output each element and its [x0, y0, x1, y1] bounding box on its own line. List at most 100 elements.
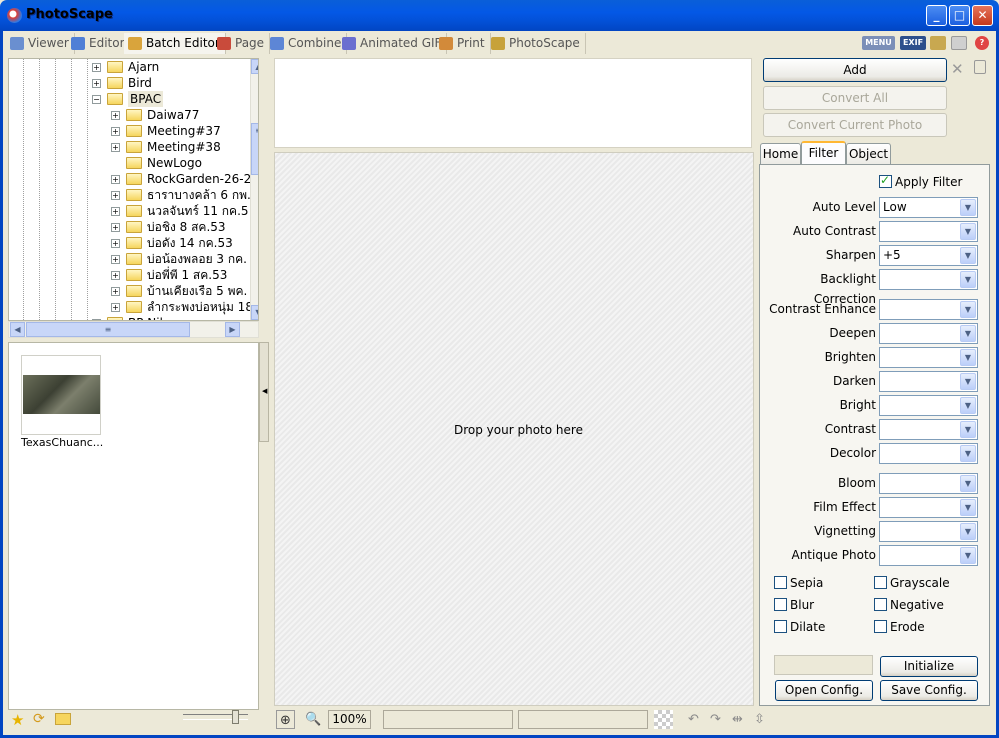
scroll-left-icon[interactable]: ◀: [10, 322, 25, 337]
expand-icon[interactable]: +: [111, 223, 120, 232]
menu-button[interactable]: MENU: [862, 36, 895, 50]
chevron-down-icon[interactable]: ▼: [960, 301, 976, 318]
filter-select-bloom[interactable]: ▼: [879, 473, 978, 494]
tree-item[interactable]: + บ่อพี่พี 1 สค.53: [9, 267, 249, 283]
tab-filter[interactable]: Filter: [801, 141, 846, 165]
tree-item[interactable]: + ธาราบางคล้า 6 กพ.: [9, 187, 251, 203]
erode-checkbox[interactable]: [874, 620, 887, 633]
add-button[interactable]: Add: [763, 58, 947, 82]
expand-icon[interactable]: +: [111, 239, 120, 248]
chevron-down-icon[interactable]: ▼: [960, 397, 976, 414]
chevron-down-icon[interactable]: ▼: [960, 547, 976, 564]
expand-icon[interactable]: +: [111, 303, 120, 312]
negative-checkbox[interactable]: [874, 598, 887, 611]
filter-select-brighten[interactable]: ▼: [879, 347, 978, 368]
transparency-icon[interactable]: [654, 710, 673, 729]
dilate-checkbox[interactable]: [774, 620, 787, 633]
expand-icon[interactable]: +: [111, 271, 120, 280]
tree-vertical-scrollbar[interactable]: ▲ ≡ ▼: [250, 59, 258, 320]
tree-item[interactable]: − BPAC: [9, 91, 249, 107]
tab-print[interactable]: Print: [435, 33, 491, 54]
expand-icon[interactable]: +: [111, 207, 120, 216]
chevron-down-icon[interactable]: ▼: [960, 349, 976, 366]
expand-icon[interactable]: +: [111, 127, 120, 136]
expand-icon[interactable]: +: [111, 143, 120, 152]
photo-thumbnail[interactable]: [21, 355, 101, 435]
sepia-checkbox[interactable]: [774, 576, 787, 589]
tab-batch-editor[interactable]: Batch Editor: [124, 33, 226, 54]
filter-select-auto-contrast[interactable]: ▼: [879, 221, 978, 242]
collapse-icon[interactable]: −: [92, 95, 101, 104]
chevron-down-icon[interactable]: ▼: [960, 421, 976, 438]
scroll-down-icon[interactable]: ▼: [251, 305, 258, 320]
panel-collapse-handle[interactable]: ◀: [259, 342, 269, 442]
favorite-star-icon[interactable]: ★: [11, 711, 24, 729]
hscroll-thumb[interactable]: ≡: [26, 322, 190, 337]
convert-all-button[interactable]: Convert All: [763, 86, 947, 110]
scroll-right-icon[interactable]: ▶: [225, 322, 240, 337]
filter-select-vignetting[interactable]: ▼: [879, 521, 978, 542]
expand-icon[interactable]: +: [111, 111, 120, 120]
slider-handle[interactable]: [232, 710, 239, 724]
rotate-folder-icon[interactable]: ⟳: [33, 711, 45, 727]
folder-tree[interactable]: + Ajarn + Bird − BPAC + Daiwa77 + Meeting#37 + Meet…: [8, 58, 259, 321]
tree-item[interactable]: + ลำกระพงบ่อหนุ่ม 18: [9, 299, 253, 315]
expand-icon[interactable]: +: [92, 79, 101, 88]
tab-animated-gif[interactable]: Animated GIF: [338, 33, 448, 54]
chevron-down-icon[interactable]: ▼: [960, 499, 976, 516]
chevron-down-icon[interactable]: ▼: [960, 199, 976, 216]
rotate-right-icon[interactable]: ↷: [706, 710, 725, 729]
chevron-down-icon[interactable]: ▼: [960, 445, 976, 462]
chevron-down-icon[interactable]: ▼: [960, 271, 976, 288]
tree-item[interactable]: + Bird: [9, 75, 249, 91]
tree-item[interactable]: + Daiwa77: [9, 107, 249, 123]
flip-horizontal-icon[interactable]: ⇹: [728, 710, 747, 729]
minimize-button[interactable]: _: [926, 5, 947, 26]
zoom-fit-icon[interactable]: ⊕: [276, 710, 295, 729]
exif-button[interactable]: EXIF: [900, 36, 926, 50]
tab-photoscape[interactable]: PhotoScape: [487, 33, 586, 54]
chevron-down-icon[interactable]: ▼: [960, 475, 976, 492]
tree-item[interactable]: + บ่อชิง 8 สค.53: [9, 219, 249, 235]
filter-select-decolor[interactable]: ▼: [879, 443, 978, 464]
filter-select-antique-photo[interactable]: ▼: [879, 545, 978, 566]
filter-select-backlight-correction[interactable]: ▼: [879, 269, 978, 290]
tree-item[interactable]: + Meeting#37: [9, 123, 249, 139]
tree-item[interactable]: + RockGarden-26-2: [9, 171, 251, 187]
thumbnail-panel[interactable]: TexasChuanc...: [8, 342, 259, 710]
chevron-down-icon[interactable]: ▼: [960, 523, 976, 540]
open-config-button[interactable]: Open Config.: [775, 680, 873, 701]
chevron-down-icon[interactable]: ▼: [960, 325, 976, 342]
tree-horizontal-scrollbar[interactable]: ◀ ≡ ▶: [8, 321, 259, 338]
tab-page[interactable]: Page: [213, 33, 271, 54]
filter-select-contrast-enhance[interactable]: ▼: [879, 299, 978, 320]
expand-icon[interactable]: +: [111, 175, 120, 184]
copy-icon[interactable]: [951, 36, 967, 50]
trash-icon[interactable]: [974, 60, 986, 74]
filter-select-film-effect[interactable]: ▼: [879, 497, 978, 518]
filter-select-auto-level[interactable]: Low ▼: [879, 197, 978, 218]
zoom-icon[interactable]: 🔍: [304, 710, 323, 729]
initialize-button[interactable]: Initialize: [880, 656, 978, 677]
tree-item[interactable]: + Ajarn: [9, 59, 249, 75]
save-config-button[interactable]: Save Config.: [880, 680, 978, 701]
close-button[interactable]: ✕: [972, 5, 993, 26]
flip-vertical-icon[interactable]: ⇳: [750, 710, 769, 729]
scroll-thumb[interactable]: ≡: [251, 123, 258, 175]
tab-editor[interactable]: Editor: [67, 33, 131, 54]
expand-icon[interactable]: +: [92, 63, 101, 72]
tab-object[interactable]: Object: [846, 143, 891, 164]
maximize-button[interactable]: □: [949, 5, 970, 26]
filter-select-bright[interactable]: ▼: [879, 395, 978, 416]
tree-item[interactable]: NewLogo: [9, 155, 249, 171]
tree-item[interactable]: + บ่อดัง 14 กค.53: [9, 235, 249, 251]
help-icon[interactable]: ?: [975, 36, 989, 50]
tab-home[interactable]: Home: [760, 143, 801, 164]
filter-select-deepen[interactable]: ▼: [879, 323, 978, 344]
grayscale-checkbox[interactable]: [874, 576, 887, 589]
expand-icon[interactable]: +: [111, 287, 120, 296]
open-folder-icon[interactable]: [55, 713, 71, 725]
expand-icon[interactable]: +: [111, 255, 120, 264]
apply-filter-checkbox[interactable]: [879, 173, 892, 188]
filter-select-contrast[interactable]: ▼: [879, 419, 978, 440]
